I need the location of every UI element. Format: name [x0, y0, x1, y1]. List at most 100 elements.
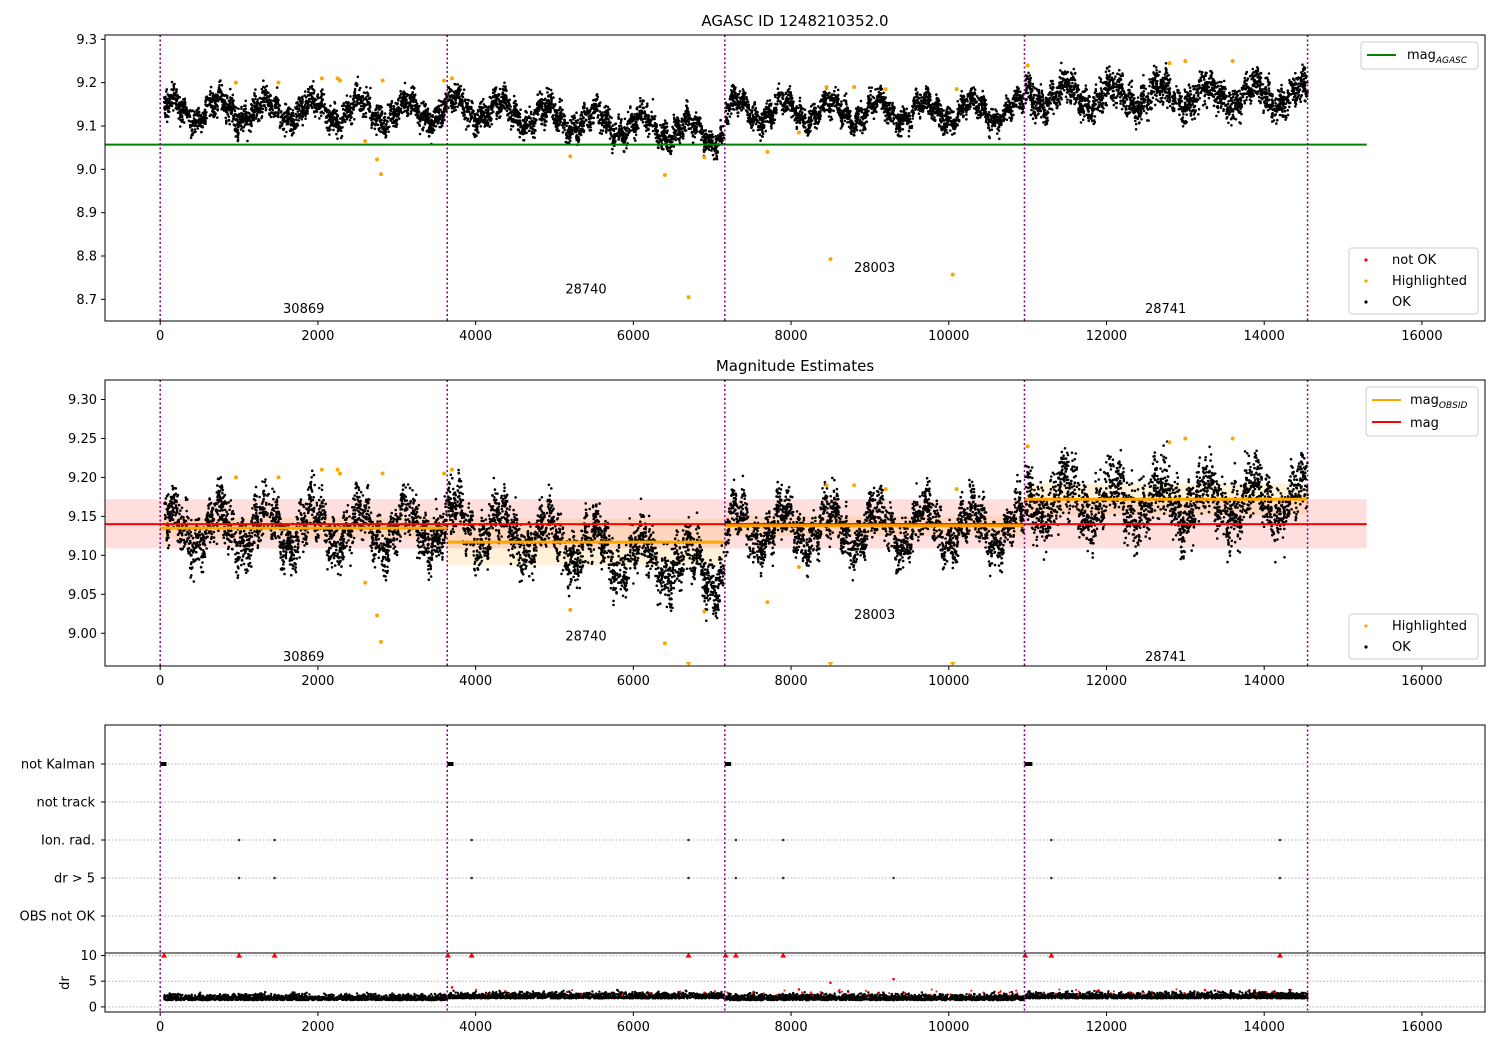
ok-point: [635, 114, 639, 118]
ok-point: [474, 118, 477, 121]
ok-point: [466, 109, 470, 113]
ok-point: [507, 101, 511, 104]
ok-point: [509, 128, 513, 131]
ok-point: [608, 124, 611, 127]
ok-point: [200, 130, 203, 134]
ok-point: [341, 104, 345, 108]
ok-point: [376, 123, 380, 127]
ok-point: [370, 118, 373, 122]
ok-point: [581, 129, 585, 133]
ok-point: [617, 136, 621, 139]
ok-point: [236, 113, 239, 117]
ok-point: [222, 108, 225, 111]
ok-point: [227, 115, 231, 118]
ok-point: [516, 128, 520, 131]
ok-point: [635, 107, 639, 111]
ok-point: [1018, 102, 1021, 105]
ok-point: [359, 104, 363, 108]
ok-point: [256, 108, 260, 111]
ok-point: [506, 106, 509, 109]
ok-point: [500, 107, 504, 110]
ok-point: [291, 109, 295, 112]
ok-point: [631, 128, 635, 132]
ok-point: [623, 140, 627, 143]
ok-point: [522, 119, 525, 123]
ok-point: [671, 125, 674, 129]
ok-point: [553, 104, 556, 108]
ok-point: [373, 127, 377, 131]
ok-point: [552, 121, 556, 125]
ok-point: [518, 135, 521, 139]
ok-point: [511, 125, 515, 128]
ok-point: [410, 86, 413, 89]
ok-point: [575, 111, 578, 114]
ok-point: [181, 118, 184, 121]
ok-point: [977, 113, 980, 117]
ok-point: [578, 130, 581, 134]
ok-point: [422, 111, 425, 114]
ok-point: [403, 81, 407, 85]
ok-point: [258, 103, 262, 106]
ok-point: [550, 106, 553, 109]
ok-point: [574, 127, 577, 130]
ok-point: [434, 124, 438, 128]
ok-point: [643, 117, 647, 120]
ok-point: [239, 124, 243, 128]
ok-point: [174, 90, 178, 94]
ok-point: [596, 114, 600, 117]
ok-point: [707, 135, 711, 138]
ok-point: [348, 106, 351, 109]
ok-point: [170, 101, 173, 104]
ok-point: [476, 118, 480, 122]
ok-point: [907, 112, 911, 115]
ok-point: [678, 131, 681, 135]
ok-point: [366, 100, 369, 103]
ok-point: [667, 135, 670, 139]
ok-point: [686, 118, 689, 121]
ok-point: [279, 124, 283, 128]
ok-point: [482, 106, 485, 109]
ok-point: [542, 98, 546, 102]
ok-point: [353, 89, 357, 93]
ok-point: [626, 110, 630, 114]
ok-point: [281, 114, 284, 117]
ok-point: [289, 113, 293, 117]
ok-point: [271, 108, 275, 112]
ok-point: [452, 96, 455, 100]
ok-point: [370, 113, 374, 117]
ok-point: [431, 115, 435, 118]
figure: AGASC ID 1248210352.0 308692874028003287…: [20, 12, 1486, 1035]
ok-point: [380, 110, 384, 113]
ok-point: [383, 115, 387, 119]
ok-point: [228, 99, 232, 102]
ok-point: [660, 146, 663, 150]
ok-point: [459, 102, 463, 105]
ok-point: [392, 114, 396, 118]
ok-point: [608, 137, 612, 140]
ok-point: [232, 114, 235, 117]
ok-point: [283, 135, 287, 138]
ok-point: [570, 125, 573, 129]
ok-point: [464, 116, 468, 120]
ok-point: [672, 120, 676, 123]
ok-point: [683, 125, 687, 129]
ok-point: [570, 115, 574, 118]
ok-point: [460, 94, 464, 97]
ok-point: [353, 103, 357, 106]
ok-point: [236, 125, 240, 129]
ok-point: [531, 122, 535, 126]
ok-point: [604, 104, 608, 108]
ok-point: [624, 133, 628, 137]
ok-point: [328, 111, 331, 115]
ok-point: [563, 114, 567, 118]
ok-point: [262, 98, 266, 102]
ok-point: [714, 137, 718, 141]
ok-point: [668, 140, 671, 143]
ok-point: [397, 98, 400, 101]
ok-point: [423, 123, 427, 126]
ok-point: [697, 121, 701, 124]
ok-point: [389, 119, 393, 122]
ok-point: [515, 121, 518, 124]
ok-point: [490, 107, 494, 111]
ok-point: [479, 125, 483, 128]
